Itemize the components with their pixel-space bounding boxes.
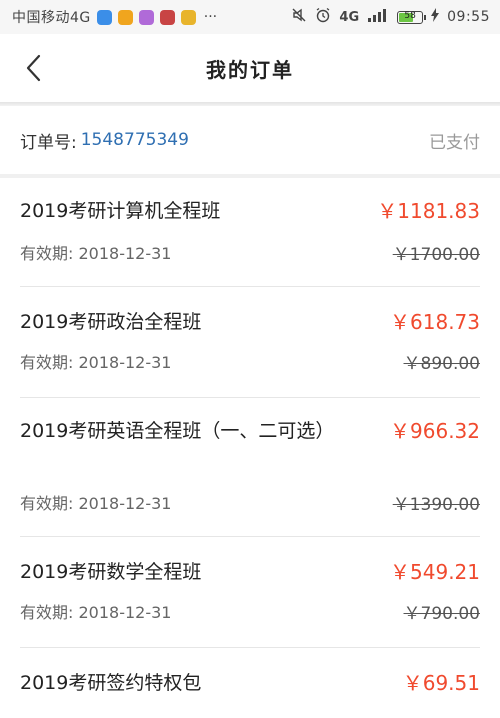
course-name: 2019考研英语全程班（一、二可选） — [20, 420, 335, 442]
validity-info: 有效期: 2018-12-31 — [20, 599, 171, 623]
charging-icon — [431, 8, 440, 26]
validity-date: 2018-12-31 — [78, 603, 172, 622]
list-item[interactable]: 2019考研计算机全程班 ￥1181.83 有效期: 2018-12-31 ￥1… — [20, 178, 480, 287]
validity-info: 有效期: 2018-12-31 — [20, 240, 171, 264]
mail-notification-icon — [180, 9, 196, 25]
course-name: 2019考研计算机全程班 — [20, 200, 221, 222]
course-price: ￥69.51 — [402, 671, 480, 695]
course-price: ￥1181.83 — [377, 199, 480, 223]
course-name: 2019考研签约特权包 — [20, 672, 202, 694]
page-title: 我的订单 — [206, 57, 294, 82]
list-item[interactable]: 2019考研政治全程班 ￥618.73 有效期: 2018-12-31 ￥890… — [20, 287, 480, 398]
status-bar: 中国移动4G ··· 4G 58 09:55 — [0, 0, 500, 34]
app-notification-icon — [159, 9, 175, 25]
nav-bar: 我的订单 — [0, 34, 500, 102]
alarm-icon — [315, 7, 331, 27]
validity-label: 有效期: — [20, 353, 74, 372]
clock-time: 09:55 — [447, 9, 490, 25]
course-price: ￥549.21 — [390, 560, 480, 584]
course-name: 2019考研政治全程班 — [20, 311, 202, 333]
original-price: ￥1700.00 — [392, 245, 480, 265]
course-price: ￥618.73 — [390, 310, 480, 334]
app-notification-icon — [138, 9, 154, 25]
list-item[interactable]: 2019考研签约特权包 ￥69.51 — [20, 648, 480, 718]
order-items-list: 2019考研计算机全程班 ￥1181.83 有效期: 2018-12-31 ￥1… — [0, 178, 500, 718]
list-item[interactable]: 2019考研英语全程班（一、二可选） ￥966.32 有效期: 2018-12-… — [20, 398, 480, 537]
validity-date: 2018-12-31 — [78, 494, 172, 513]
validity-info: 有效期: 2018-12-31 — [20, 490, 171, 514]
original-price: ￥790.00 — [403, 604, 480, 624]
original-price: ￥890.00 — [403, 354, 480, 374]
app-notification-icon — [117, 9, 133, 25]
mute-icon — [291, 7, 307, 27]
more-notifications-icon: ··· — [203, 9, 218, 25]
app-notification-icon — [96, 9, 112, 25]
back-button[interactable] — [18, 52, 50, 84]
order-number: 1548775349 — [80, 130, 189, 150]
validity-label: 有效期: — [20, 603, 74, 622]
chevron-left-icon — [26, 54, 41, 82]
validity-date: 2018-12-31 — [78, 353, 172, 372]
battery-icon: 58 — [397, 10, 427, 24]
battery-level: 58 — [404, 10, 416, 21]
course-name: 2019考研数学全程班 — [20, 561, 202, 583]
signal-icon — [367, 8, 389, 26]
order-number-label: 订单号: — [20, 132, 77, 153]
validity-date: 2018-12-31 — [78, 244, 172, 263]
list-item[interactable]: 2019考研数学全程班 ￥549.21 有效期: 2018-12-31 ￥790… — [20, 537, 480, 648]
course-price: ￥966.32 — [390, 419, 480, 443]
carrier-label: 中国移动4G — [12, 10, 91, 26]
order-status-badge: 已支付 — [429, 132, 480, 153]
network-type-label: 4G — [339, 9, 360, 25]
validity-label: 有效期: — [20, 494, 74, 513]
validity-label: 有效期: — [20, 244, 74, 263]
order-header: 订单号: 1548775349 已支付 — [0, 106, 500, 178]
original-price: ￥1390.00 — [392, 495, 480, 515]
validity-info: 有效期: 2018-12-31 — [20, 349, 171, 373]
